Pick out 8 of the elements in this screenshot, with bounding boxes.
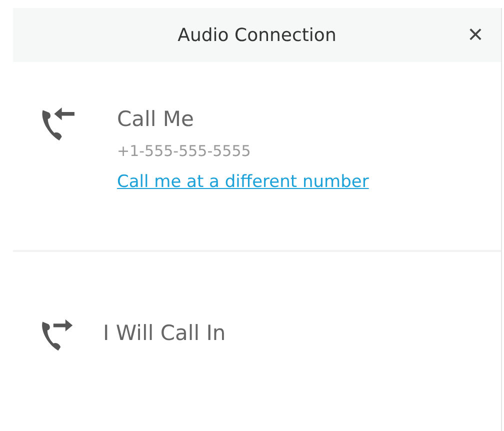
incoming-call-icon bbox=[39, 105, 77, 143]
dialog-title: Audio Connection bbox=[178, 24, 336, 46]
outgoing-call-icon bbox=[39, 317, 75, 353]
close-button[interactable]: × bbox=[464, 20, 487, 48]
call-me-option[interactable]: Call Me bbox=[117, 105, 194, 133]
phone-number: +1-555-555-5555 bbox=[117, 142, 251, 160]
different-number-link[interactable]: Call me at a different number bbox=[117, 172, 369, 192]
call-in-option[interactable]: I Will Call In bbox=[103, 319, 226, 347]
